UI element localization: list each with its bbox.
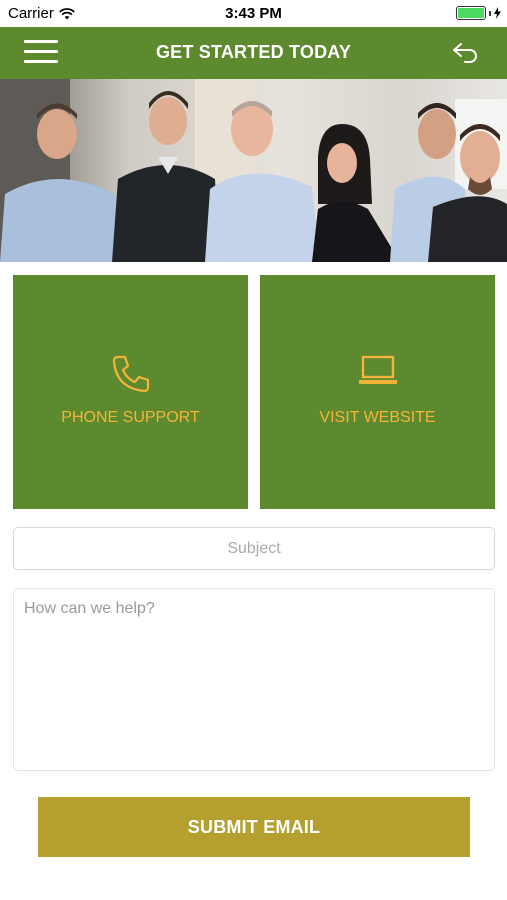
message-textarea[interactable] (13, 588, 495, 771)
laptop-icon (260, 353, 495, 387)
visit-website-tile[interactable]: VISIT WEBSITE (260, 275, 495, 509)
subject-input[interactable] (13, 527, 495, 570)
status-time: 3:43 PM (225, 5, 282, 22)
phone-support-tile[interactable]: PHONE SUPPORT (13, 275, 248, 509)
charging-bolt-icon (494, 7, 501, 19)
battery-tip (489, 10, 491, 16)
page-title: GET STARTED TODAY (155, 42, 352, 62)
status-right (456, 6, 501, 20)
status-bar: Carrier 3:43 PM (0, 0, 507, 27)
battery-icon (456, 6, 486, 20)
nav-bar: GET STARTED TODAY (0, 27, 507, 79)
team-photo-illustration (0, 79, 507, 262)
visit-website-label: VISIT WEBSITE (319, 409, 436, 426)
team-photo (0, 79, 507, 262)
submit-email-button[interactable]: SUBMIT EMAIL (38, 797, 470, 857)
phone-icon (13, 353, 248, 395)
back-arrow-icon[interactable] (451, 40, 481, 66)
phone-support-label: PHONE SUPPORT (61, 409, 200, 426)
battery-level (458, 8, 484, 18)
